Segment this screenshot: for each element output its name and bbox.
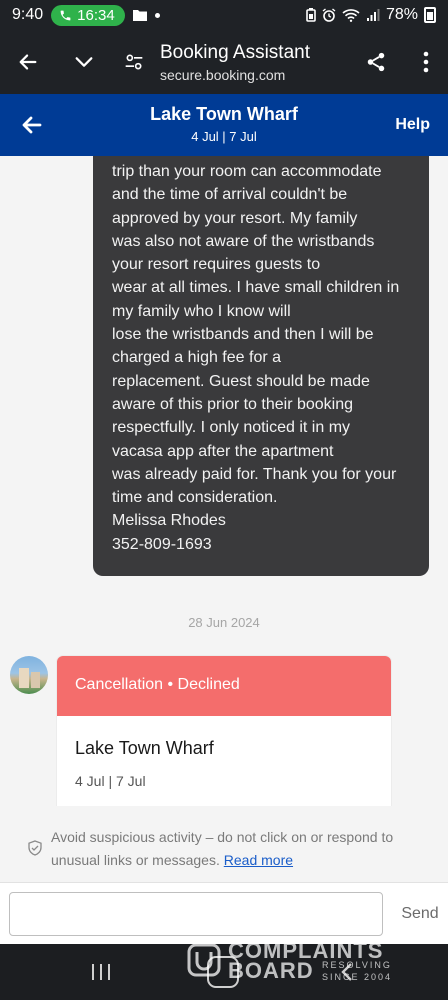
minimize-button[interactable]: [56, 30, 112, 94]
app-header: Lake Town Wharf 4 Jul | 7 Jul Help: [0, 94, 448, 156]
message-line: replacement. Guest should be made: [112, 372, 370, 390]
share-icon: [367, 52, 385, 72]
wifi-icon: [342, 9, 360, 22]
chevron-down-icon: [75, 57, 93, 67]
more-options-button[interactable]: [404, 30, 448, 94]
back-arrow-icon: [19, 54, 37, 70]
warning-text: Avoid suspicious activity – do not click…: [51, 826, 411, 872]
share-button[interactable]: [348, 30, 404, 94]
message-line: wear at all times. I have small children…: [112, 279, 400, 297]
browser-title-block: Booking Assistant secure.booking.com: [160, 42, 310, 83]
card-property-title: Lake Town Wharf: [75, 738, 214, 758]
watermark-tagline-2: SINCE 2004: [322, 972, 393, 982]
watermark: COMPLAINTS BOARD RESOLVING SINCE 2004: [186, 938, 400, 984]
cancellation-status: Cancellation • Declined: [57, 656, 391, 716]
date-separator: 28 Jun 2024: [188, 615, 260, 630]
property-title: Lake Town Wharf: [150, 104, 298, 124]
browser-url: secure.booking.com: [160, 66, 286, 83]
battery-percent: 78%: [385, 6, 418, 23]
call-timer: 16:34: [77, 6, 115, 24]
signal-icon: [366, 9, 380, 21]
avatar: [10, 656, 48, 694]
card-dates: 4 Jul | 7 Jul: [75, 773, 146, 789]
status-time: 9:40: [12, 6, 44, 23]
message-line: trip than your room can accommodate: [112, 163, 382, 180]
folder-icon: [132, 10, 147, 21]
message-line: was already paid for. Thank you for your: [112, 465, 397, 483]
browser-back-button[interactable]: [0, 30, 56, 94]
message-line: Melissa Rhodes: [112, 512, 226, 530]
message-line: and the time of arrival couldn't be: [112, 186, 348, 204]
status-bar: 9:40 16:34 78%: [0, 0, 448, 30]
message-composer: Send: [0, 882, 448, 944]
message-line: your resort requires guests to: [112, 256, 321, 274]
stay-dates: 4 Jul | 7 Jul: [191, 129, 257, 144]
help-button[interactable]: Help: [395, 116, 430, 134]
more-vert-icon: [423, 51, 429, 73]
cancellation-card[interactable]: Cancellation • Declined Lake Town Wharf …: [57, 656, 391, 806]
watermark-tagline: RESOLVING SINCE 2004: [322, 959, 392, 983]
recent-apps-button[interactable]: [92, 964, 110, 982]
alarm-icon: [322, 8, 336, 22]
message-line: time and consideration.: [112, 489, 278, 507]
message-line: 352-809-1693: [112, 535, 212, 553]
message-input[interactable]: [9, 892, 383, 936]
dot-icon: [154, 12, 160, 18]
message-line: aware of this prior to their booking: [112, 395, 354, 413]
send-button[interactable]: Send: [392, 892, 448, 936]
watermark-line2: BOARD: [228, 958, 314, 983]
battery-saver-icon: [306, 8, 316, 22]
battery-icon: [424, 7, 436, 23]
message-line: approved by your resort. My family: [112, 209, 358, 227]
warning-message: Avoid suspicious activity – do not click…: [51, 829, 394, 868]
message-line: respectfully. I only noticed it in my: [112, 419, 351, 437]
site-settings-button[interactable]: [112, 30, 156, 94]
watermark-tagline-1: RESOLVING: [322, 960, 392, 970]
complaints-board-logo-icon: [187, 943, 221, 977]
phone-icon: [60, 10, 71, 20]
shield-check-icon: [28, 840, 42, 856]
message-line: vacasa app after the apartment: [112, 442, 334, 460]
chat-thread[interactable]: trip than your room can accommodate and t…: [0, 156, 448, 806]
read-more-link[interactable]: Read more: [224, 852, 293, 868]
message-line: charged a high fee for a: [112, 349, 282, 367]
browser-page-title: Booking Assistant: [160, 41, 310, 63]
message-line: was also not aware of the wristbands: [112, 232, 375, 250]
security-warning: Avoid suspicious activity – do not click…: [0, 806, 448, 882]
tune-icon: [125, 54, 143, 70]
message-line: lose the wristbands and then I will be: [112, 326, 374, 344]
message-bubble: trip than your room can accommodate and t…: [93, 156, 429, 576]
browser-toolbar: Booking Assistant secure.booking.com: [0, 30, 448, 94]
call-timer-pill[interactable]: 16:34: [51, 4, 125, 26]
message-line: my family who I know will: [112, 302, 291, 320]
